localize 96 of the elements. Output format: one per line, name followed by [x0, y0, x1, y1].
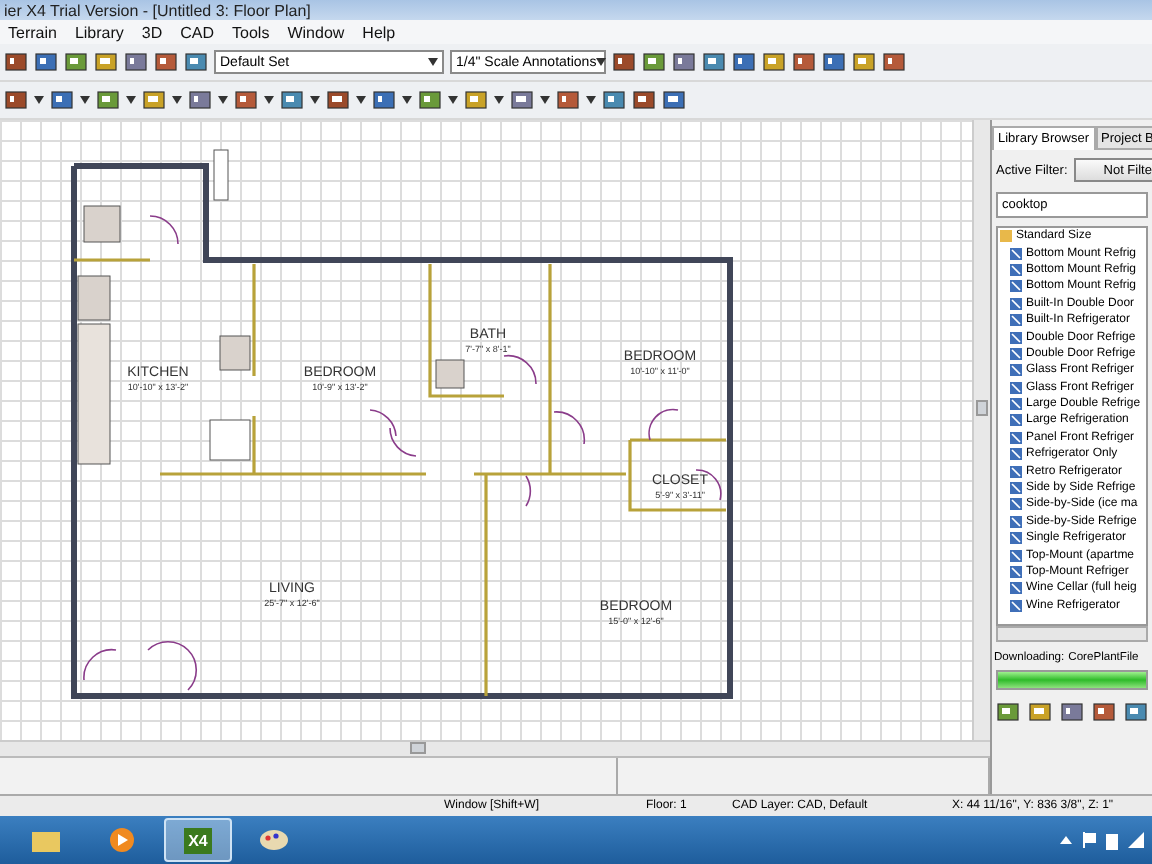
folder-icon: [1000, 230, 1012, 243]
caret-icon[interactable]: [34, 96, 44, 104]
tool-icon[interactable]: [1028, 700, 1052, 724]
tool-icon[interactable]: [792, 50, 816, 74]
object-icon: [1010, 532, 1022, 545]
tool-icon[interactable]: [418, 88, 442, 112]
object-icon: [1010, 398, 1022, 411]
tool-icon[interactable]: [34, 50, 58, 74]
tool-icon[interactable]: [510, 88, 534, 112]
tool-icon[interactable]: [96, 88, 120, 112]
caret-icon[interactable]: [448, 96, 458, 104]
tool-icon[interactable]: [234, 88, 258, 112]
object-icon: [1010, 297, 1022, 310]
object-icon: [1010, 465, 1022, 478]
tool-icon[interactable]: [154, 50, 178, 74]
caret-icon[interactable]: [310, 96, 320, 104]
object-icon: [1010, 515, 1022, 528]
object-icon: [1010, 247, 1022, 260]
object-icon: [1010, 314, 1022, 327]
caret-icon[interactable]: [428, 58, 438, 66]
object-icon: [1010, 381, 1022, 394]
menu-item[interactable]: Window: [287, 23, 345, 41]
caret-icon[interactable]: [596, 58, 607, 66]
taskbar-button[interactable]: X4: [164, 818, 232, 862]
battery-icon[interactable]: [1106, 831, 1118, 849]
tool-icon[interactable]: [662, 88, 686, 112]
tool-icon[interactable]: [142, 88, 166, 112]
horizontal-scrollbar[interactable]: [0, 740, 990, 756]
tool-icon[interactable]: [1060, 700, 1084, 724]
tool-icon[interactable]: [612, 50, 636, 74]
menu-item[interactable]: Tools: [232, 23, 270, 41]
play-icon: [110, 828, 134, 852]
menu-item[interactable]: Help: [362, 23, 396, 41]
object-icon: [1010, 549, 1022, 562]
object-icon: [1010, 331, 1022, 344]
object-icon: [1010, 280, 1022, 293]
horizontal-scrollbar[interactable]: [996, 626, 1148, 642]
signal-icon[interactable]: [1128, 832, 1144, 848]
tool-icon[interactable]: [852, 50, 876, 74]
object-icon: [1010, 498, 1022, 511]
app-label: X4: [184, 827, 212, 853]
tool-icon[interactable]: [326, 88, 350, 112]
caret-icon[interactable]: [80, 96, 90, 104]
up-arrow-icon[interactable]: [1060, 836, 1072, 844]
palette-icon: [260, 828, 288, 852]
tool-icon[interactable]: [762, 50, 786, 74]
tool-icon[interactable]: [50, 88, 74, 112]
tool-icon[interactable]: [882, 50, 906, 74]
tool-icon[interactable]: [996, 700, 1020, 724]
tool-icon[interactable]: [184, 50, 208, 74]
tool-icon[interactable]: [4, 50, 28, 74]
tool-icon[interactable]: [702, 50, 726, 74]
object-icon: [1010, 599, 1022, 612]
tool-icon[interactable]: [464, 88, 488, 112]
tool-icon[interactable]: [372, 88, 396, 112]
caret-icon[interactable]: [586, 96, 596, 104]
tool-icon[interactable]: [632, 88, 656, 112]
object-icon: [1010, 566, 1022, 578]
tool-icon[interactable]: [1092, 700, 1116, 724]
caret-icon[interactable]: [540, 96, 550, 104]
caret-icon[interactable]: [218, 96, 228, 104]
menu-item[interactable]: 3D: [141, 23, 163, 41]
tool-icon[interactable]: [822, 50, 846, 74]
tool-icon[interactable]: [188, 88, 212, 112]
window-title: ier X4 Trial Version - [Untitled 3: Floor Plan]: [4, 2, 311, 20]
object-icon: [1010, 263, 1022, 276]
object-icon: [1010, 414, 1022, 427]
caret-icon[interactable]: [126, 96, 136, 104]
menu-item[interactable]: Terrain: [8, 23, 57, 41]
tool-icon[interactable]: [672, 50, 696, 74]
caret-icon[interactable]: [402, 96, 412, 104]
caret-icon[interactable]: [494, 96, 504, 104]
menu-item[interactable]: Library: [74, 23, 124, 41]
object-icon: [1010, 448, 1022, 461]
tool-icon[interactable]: [124, 50, 148, 74]
object-icon: [1010, 582, 1022, 595]
flag-icon[interactable]: [1082, 832, 1096, 848]
caret-icon[interactable]: [172, 96, 182, 104]
tool-icon[interactable]: [602, 88, 626, 112]
tool-icon[interactable]: [64, 50, 88, 74]
tool-icon[interactable]: [732, 50, 756, 74]
caret-icon[interactable]: [264, 96, 274, 104]
menu-item[interactable]: CAD: [180, 23, 215, 41]
tool-icon[interactable]: [280, 88, 304, 112]
tool-icon[interactable]: [642, 50, 666, 74]
caret-icon[interactable]: [356, 96, 366, 104]
object-icon: [1010, 347, 1022, 360]
object-icon: [1010, 482, 1022, 495]
tool-icon[interactable]: [1124, 700, 1148, 724]
folder-icon: [32, 828, 60, 852]
tool-icon[interactable]: [94, 50, 118, 74]
object-icon: [1010, 431, 1022, 444]
tool-icon[interactable]: [4, 88, 28, 112]
object-icon: [1010, 364, 1022, 377]
vertical-scrollbar[interactable]: [972, 120, 990, 740]
tool-icon[interactable]: [556, 88, 580, 112]
